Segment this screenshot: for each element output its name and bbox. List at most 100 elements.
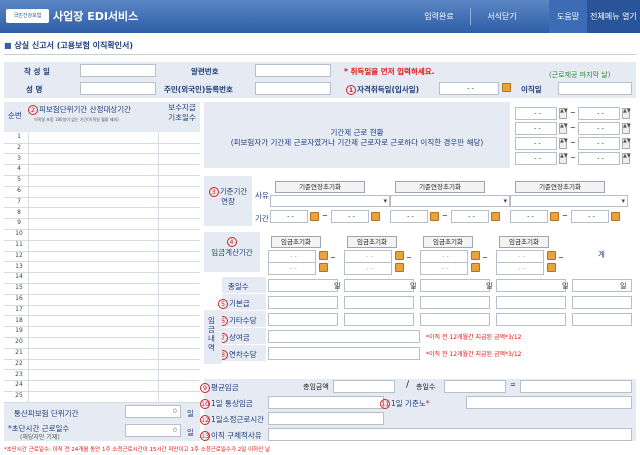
name-input[interactable]: [80, 82, 156, 95]
period-start-input[interactable]: - -: [510, 210, 548, 223]
base-pay-label-input[interactable]: [420, 296, 490, 309]
fixed-term-start-input[interactable]: - -: [515, 122, 557, 135]
spinner-icon[interactable]: ▲▼: [622, 153, 631, 164]
other-allowance-label-input[interactable]: [344, 313, 414, 326]
close-form-button[interactable]: 서식닫기: [471, 0, 533, 33]
base-period-reset-button[interactable]: 기준연장초기화: [395, 181, 485, 193]
base-period-reset-button[interactable]: 기준연장초기화: [275, 181, 365, 193]
total-wage-input[interactable]: [333, 380, 395, 393]
total-days-input[interactable]: [444, 380, 506, 393]
row-number: 16: [15, 295, 23, 302]
calendar-icon[interactable]: [395, 263, 404, 272]
reason-select[interactable]: [390, 195, 510, 207]
wage-reset-button[interactable]: 임금초기화: [271, 236, 321, 248]
spinner-icon[interactable]: ▲▼: [559, 123, 568, 134]
leave-date-input[interactable]: [558, 82, 632, 95]
bonus-label-input[interactable]: [268, 330, 420, 343]
acquire-date-input[interactable]: - -: [439, 82, 499, 95]
help-button[interactable]: 도움말: [549, 0, 587, 33]
base-pay-label-input[interactable]: [344, 296, 414, 309]
calendar-icon[interactable]: [550, 212, 559, 221]
wage-end-input[interactable]: - -: [268, 262, 316, 275]
period-end-input[interactable]: - -: [451, 210, 489, 223]
daily-hours-input[interactable]: [466, 396, 632, 409]
col-divider: [158, 133, 159, 403]
calendar-icon[interactable]: [430, 212, 439, 221]
calendar-icon[interactable]: [395, 251, 404, 260]
submit-button[interactable]: 입력완료: [408, 0, 470, 33]
spinner-icon[interactable]: ▲▼: [622, 123, 631, 134]
notice-no-input[interactable]: [255, 64, 331, 77]
fixed-term-end-input[interactable]: - -: [578, 152, 620, 165]
period-start-input[interactable]: - -: [270, 210, 308, 223]
calendar-icon[interactable]: [491, 212, 500, 221]
calendar-icon[interactable]: [319, 263, 328, 272]
calendar-icon[interactable]: [310, 212, 319, 221]
other-allowance-label-input[interactable]: [420, 313, 490, 326]
open-all-menu-button[interactable]: 전체메뉴 열기: [587, 0, 640, 33]
tilde: ~: [322, 212, 328, 220]
rrn-input[interactable]: [255, 82, 331, 95]
reason-select[interactable]: [510, 195, 628, 207]
tilde: ~: [482, 254, 488, 262]
calendar-icon[interactable]: [471, 251, 480, 260]
period-end-input[interactable]: - -: [331, 210, 369, 223]
base-pay-label-input[interactable]: [572, 296, 632, 309]
fixed-term-end-input[interactable]: - -: [578, 107, 620, 120]
spinner-icon[interactable]: ▲▼: [622, 108, 631, 119]
base-period-reset-button[interactable]: 기준연장초기화: [515, 181, 605, 193]
fixed-term-start-input[interactable]: - -: [515, 152, 557, 165]
short-hours-input[interactable]: 0: [125, 424, 181, 437]
wage-end-input[interactable]: - -: [420, 262, 468, 275]
calendar-icon[interactable]: [471, 263, 480, 272]
spinner-icon[interactable]: ▲▼: [559, 153, 568, 164]
calendar-icon[interactable]: [547, 251, 556, 260]
row-divider: [4, 250, 200, 252]
base-pay-label: 5 기본급: [218, 298, 250, 309]
reason-select[interactable]: [270, 195, 390, 207]
col-divider: [28, 133, 29, 403]
other-allowance-label-input[interactable]: [496, 313, 566, 326]
annual-leave-label-input[interactable]: [268, 347, 420, 360]
total-days-row-label-input[interactable]: [496, 279, 566, 292]
row-number: 3: [17, 154, 21, 162]
other-allowance-label-input[interactable]: [572, 313, 632, 326]
spinner-icon[interactable]: ▲▼: [559, 108, 568, 119]
total-period-input[interactable]: 0: [125, 405, 181, 418]
leave-reason-input[interactable]: [268, 428, 632, 441]
row-divider: [4, 228, 200, 230]
row-number: 4: [17, 165, 21, 173]
row-divider: [4, 282, 200, 284]
calendar-icon[interactable]: [319, 251, 328, 260]
contract-hours-input[interactable]: [268, 412, 384, 425]
wage-end-input[interactable]: - -: [344, 262, 392, 275]
base-pay-label-input[interactable]: [496, 296, 566, 309]
spinner-icon[interactable]: ▲▼: [622, 138, 631, 149]
wage-reset-button[interactable]: 임금초기화: [499, 236, 549, 248]
annual-leave-note: *이직 전 12개월간 지급된 금액*3/12: [426, 351, 522, 358]
base-pay-label-input[interactable]: [268, 296, 338, 309]
calendar-icon[interactable]: [502, 83, 511, 92]
period-end-input[interactable]: - -: [571, 210, 609, 223]
daily-wage-input[interactable]: [268, 396, 384, 409]
row-number: 14: [15, 273, 23, 281]
calendar-icon[interactable]: [547, 263, 556, 272]
wage-reset-button[interactable]: 임금초기화: [347, 236, 397, 248]
write-date-input[interactable]: [80, 64, 156, 77]
avg-wage-result[interactable]: [520, 380, 632, 393]
total-days-row-label-input[interactable]: [420, 279, 490, 292]
other-allowance-label-input[interactable]: [268, 313, 338, 326]
fixed-term-end-input[interactable]: - -: [578, 122, 620, 135]
fixed-term-start-input[interactable]: - -: [515, 107, 557, 120]
total-days-row-label-input[interactable]: [268, 279, 338, 292]
period-start-input[interactable]: - -: [390, 210, 428, 223]
wage-reset-button[interactable]: 임금초기화: [423, 236, 473, 248]
calendar-icon[interactable]: [611, 212, 620, 221]
wage-end-input[interactable]: - -: [496, 262, 544, 275]
spinner-icon[interactable]: ▲▼: [559, 138, 568, 149]
calendar-icon[interactable]: [371, 212, 380, 221]
total-days-row-label-input[interactable]: [344, 279, 414, 292]
fixed-term-start-input[interactable]: - -: [515, 137, 557, 150]
reason-label: 사유: [255, 191, 269, 200]
fixed-term-end-input[interactable]: - -: [578, 137, 620, 150]
